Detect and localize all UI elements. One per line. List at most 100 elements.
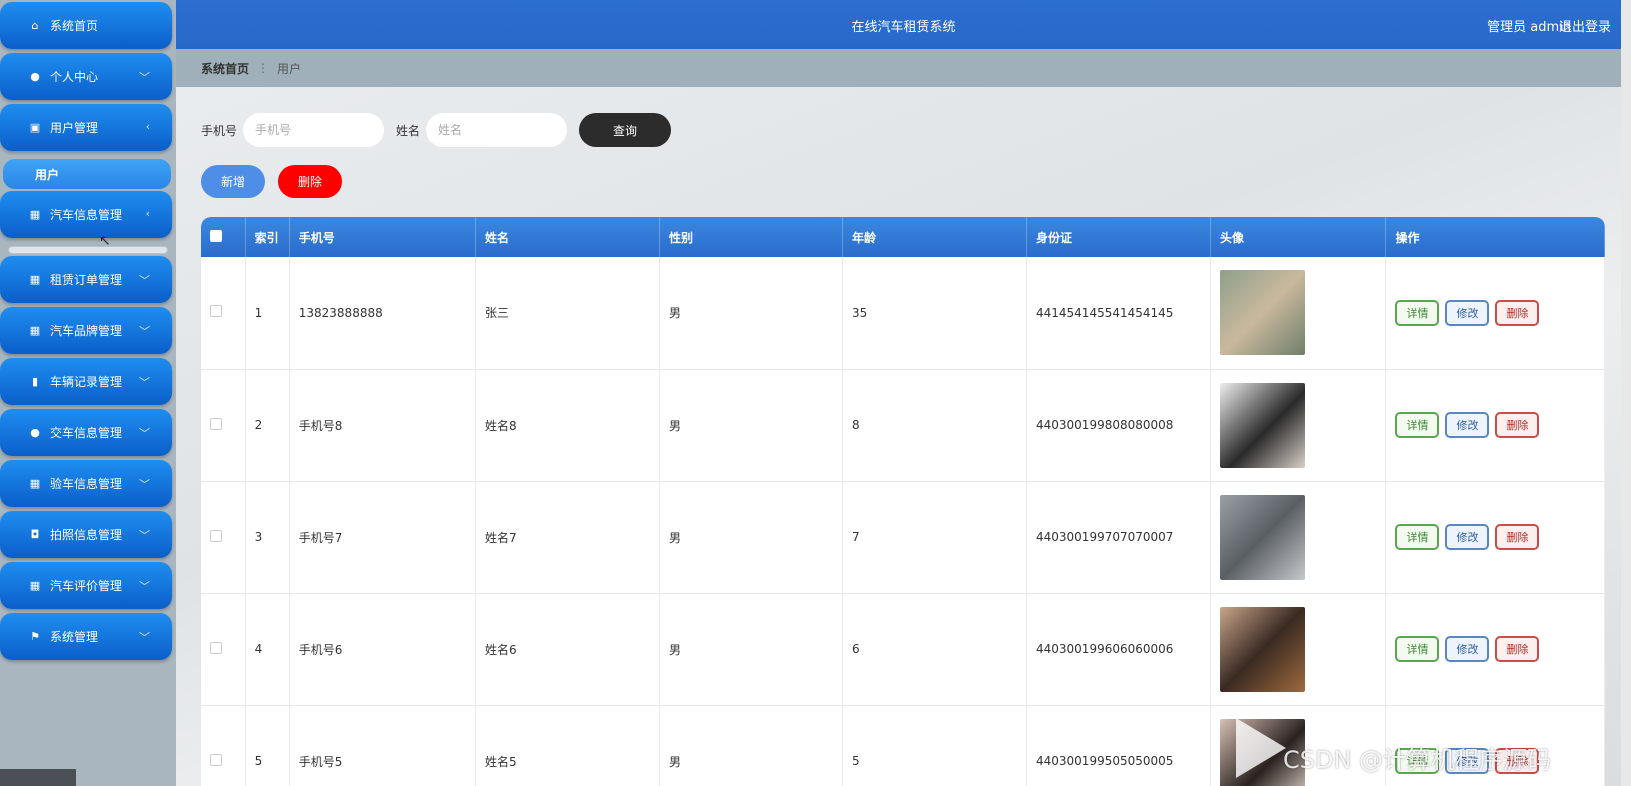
column-header: 手机号	[289, 217, 476, 257]
breadcrumb-home[interactable]: 系统首页	[201, 60, 249, 77]
row-delete-button[interactable]: 删除	[1495, 412, 1540, 438]
chevron-left-icon: ‹	[145, 207, 150, 220]
sidebar-item-home[interactable]: ⌂ 系统首页	[0, 2, 172, 49]
grid-icon: ▦	[29, 579, 41, 592]
grid-icon: ▦	[29, 208, 41, 221]
sidebar-item-personal[interactable]: ● 个人中心 ﹀	[0, 53, 172, 100]
chevron-down-icon: ﹀	[139, 529, 150, 542]
chevron-down-icon: ﹀	[139, 376, 150, 389]
sidebar-item-label: 租赁订单管理	[50, 273, 123, 287]
sidebar-item-photos[interactable]: ◘ 拍照信息管理 ﹀	[0, 511, 172, 558]
sidebar-subitem-user[interactable]: 用户	[3, 159, 171, 189]
edit-button[interactable]: 修改	[1445, 524, 1490, 550]
select-all-checkbox[interactable]	[210, 229, 222, 242]
cell-id-card: 440300199808080008	[1026, 369, 1212, 481]
detail-button[interactable]: 详情	[1395, 412, 1440, 438]
top-header: 在线汽车租赁系统 管理员 admin 退出登录	[176, 0, 1631, 49]
search-form: 手机号 姓名 查询	[201, 113, 672, 147]
sidebar: ⌂ 系统首页 ● 个人中心 ﹀ ▣ 用户管理 ‹ 用户 ▦ 汽车信息管理 ‹ ↖…	[0, 0, 176, 786]
cell-gender: 男	[659, 705, 843, 786]
cell-age: 8	[842, 369, 1028, 481]
edit-button[interactable]: 修改	[1445, 636, 1490, 662]
row-checkbox[interactable]	[210, 529, 222, 542]
cell-id-card: 441454145541454145	[1026, 257, 1212, 369]
sidebar-item-label: 个人中心	[50, 70, 99, 84]
cell-age: 5	[842, 705, 1028, 786]
table-row: 1 13823888888 张三 男 35 441454145541454145…	[201, 257, 1605, 369]
avatar	[1220, 270, 1306, 356]
scrollbar[interactable]	[1621, 0, 1631, 786]
sidebar-item-label: 用户管理	[50, 121, 99, 135]
taskbar-fragment	[0, 769, 76, 786]
app-title: 在线汽车租赁系统	[851, 20, 956, 35]
logout-link[interactable]: 退出登录	[1559, 16, 1611, 35]
cell-index: 3	[245, 481, 290, 593]
sidebar-item-label: 系统管理	[50, 630, 99, 644]
column-header: 头像	[1210, 217, 1387, 257]
sidebar-item-vehicle-records[interactable]: ▮ 车辆记录管理 ﹀	[0, 358, 172, 405]
table-row: 4 手机号6 姓名6 男 6 440300199606060006 详情 修改 …	[201, 593, 1605, 705]
sidebar-item-label: 拍照信息管理	[50, 528, 123, 542]
sidebar-item-rental-orders[interactable]: ▦ 租赁订单管理 ﹀	[0, 256, 172, 303]
detail-button[interactable]: 详情	[1395, 524, 1440, 550]
sidebar-item-reviews[interactable]: ▦ 汽车评价管理 ﹀	[0, 562, 172, 609]
sidebar-item-inspection[interactable]: ▦ 验车信息管理 ﹀	[0, 460, 172, 507]
sidebar-item-car-info[interactable]: ▦ 汽车信息管理 ‹	[0, 191, 172, 238]
sidebar-item-delivery[interactable]: ● 交车信息管理 ﹀	[0, 409, 172, 456]
cell-age: 6	[842, 593, 1028, 705]
sidebar-item-label: 汽车品牌管理	[50, 324, 123, 338]
name-search-input[interactable]	[426, 113, 568, 147]
sidebar-item-users[interactable]: ▣ 用户管理 ‹	[0, 104, 172, 151]
cell-gender: 男	[659, 593, 843, 705]
cell-name: 姓名8	[475, 369, 660, 481]
sidebar-item-label: 验车信息管理	[50, 477, 123, 491]
grid-icon: ▦	[29, 324, 41, 337]
sidebar-item-brands[interactable]: ▦ 汽车品牌管理 ﹀	[0, 307, 172, 354]
play-icon	[1236, 718, 1286, 778]
sidebar-item-label: 系统首页	[50, 19, 99, 33]
cell-index: 1	[245, 257, 290, 369]
cell-name: 张三	[475, 257, 660, 369]
sidebar-submenu-collapsed	[8, 246, 168, 254]
add-button[interactable]: 新增	[201, 165, 265, 198]
cell-age: 7	[842, 481, 1028, 593]
column-header: 索引	[245, 217, 290, 257]
row-checkbox[interactable]	[210, 305, 222, 318]
cell-index: 2	[245, 369, 290, 481]
detail-button[interactable]: 详情	[1395, 636, 1440, 662]
chevron-down-icon: ﹀	[139, 580, 150, 593]
watermark: CSDN @计算机程序源码	[1283, 746, 1552, 774]
table-header-row: 索引 手机号 姓名 性别 年龄 身份证 头像 操作	[201, 217, 1605, 257]
row-checkbox[interactable]	[210, 641, 222, 654]
row-delete-button[interactable]: 删除	[1495, 636, 1540, 662]
bar-chart-icon: ▮	[31, 375, 39, 388]
sidebar-item-label: 交车信息管理	[50, 426, 123, 440]
row-checkbox[interactable]	[210, 417, 222, 430]
cell-phone: 手机号7	[289, 481, 476, 593]
grid-icon: ▦	[29, 273, 41, 286]
phone-search-input[interactable]	[243, 113, 385, 147]
cell-id-card: 440300199707070007	[1026, 481, 1212, 593]
cell-phone: 手机号5	[289, 705, 476, 786]
sidebar-item-system[interactable]: ⚑ 系统管理 ﹀	[0, 613, 172, 660]
row-delete-button[interactable]: 删除	[1495, 299, 1540, 326]
cell-name: 姓名5	[475, 705, 660, 786]
chevron-down-icon: ﹀	[139, 631, 150, 644]
name-label: 姓名	[396, 123, 421, 138]
detail-button[interactable]: 详情	[1395, 299, 1440, 326]
cell-phone: 手机号8	[289, 369, 476, 481]
edit-button[interactable]: 修改	[1445, 299, 1490, 326]
query-button[interactable]: 查询	[579, 113, 672, 147]
home-icon: ⌂	[31, 19, 39, 32]
main-content: 手机号 姓名 查询 新增 删除 索引 手机号 姓名 性别 年龄 身份证	[176, 87, 1621, 786]
cell-gender: 男	[659, 369, 843, 481]
cell-id-card: 440300199505050005	[1026, 705, 1212, 786]
chevron-down-icon: ﹀	[139, 478, 150, 491]
column-header: 姓名	[475, 217, 660, 257]
cell-index: 5	[245, 705, 290, 786]
user-icon: ●	[30, 70, 40, 83]
row-checkbox[interactable]	[210, 753, 222, 766]
edit-button[interactable]: 修改	[1445, 412, 1490, 438]
delete-button[interactable]: 删除	[278, 165, 342, 198]
row-delete-button[interactable]: 删除	[1495, 524, 1540, 550]
